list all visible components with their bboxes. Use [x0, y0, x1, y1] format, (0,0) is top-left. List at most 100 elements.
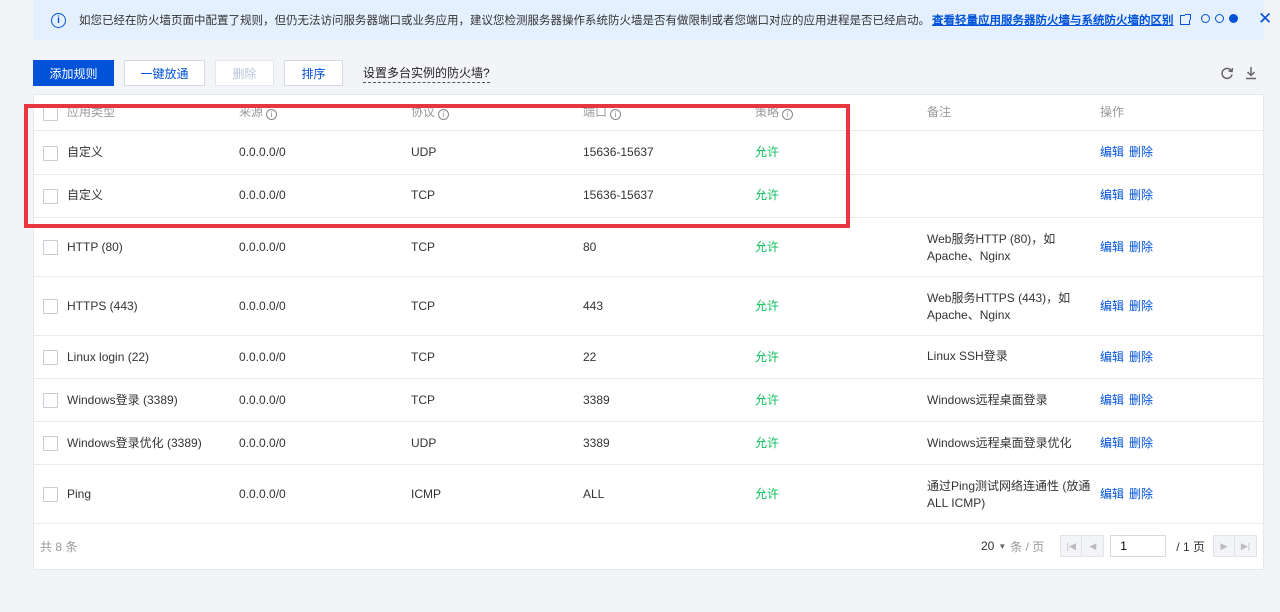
edit-link[interactable]: 编辑 — [1100, 486, 1124, 503]
cell-policy: 允许 — [755, 145, 780, 159]
delete-link[interactable]: 删除 — [1129, 392, 1153, 409]
last-page-icon[interactable]: ▶| — [1234, 535, 1257, 557]
help-icon[interactable]: i — [782, 109, 794, 120]
one-click-allow-button[interactable]: 一键放通 — [124, 60, 205, 86]
table-row: 自定义 0.0.0.0/0 UDP 15636-15637 允许 编辑 删除 — [34, 131, 1263, 175]
delete-link[interactable]: 删除 — [1129, 349, 1153, 366]
row-checkbox[interactable] — [43, 487, 58, 502]
sort-button[interactable]: 排序 — [284, 60, 343, 86]
cell-app-type: HTTP (80) — [67, 240, 123, 254]
help-icon[interactable]: i — [610, 109, 622, 120]
select-all-checkbox[interactable] — [43, 106, 58, 121]
cell-app-type: Ping — [67, 487, 92, 501]
cell-port: 3389 — [583, 436, 610, 450]
row-checkbox[interactable] — [43, 146, 58, 161]
total-pages-label: / 1 页 — [1176, 539, 1205, 554]
cell-source: 0.0.0.0/0 — [239, 436, 286, 450]
close-icon[interactable]: ✕ — [1258, 9, 1272, 29]
notice-message: 如您已经在防火墙页面中配置了规则，但仍无法访问服务器端口或业务应用，建议您检测服… — [79, 15, 930, 27]
add-rule-button[interactable]: 添加规则 — [33, 60, 114, 86]
table-row: Windows登录优化 (3389) 0.0.0.0/0 UDP 3389 允许… — [34, 422, 1263, 465]
table-header: 应用类型 来源 i 协议 i 端口 i 策略 i 备注 操作 — [34, 95, 1263, 131]
page-unit-label: 条 / 页 — [1010, 539, 1045, 554]
delete-link[interactable]: 删除 — [1129, 187, 1153, 204]
cell-remark: Linux SSH登录 — [927, 349, 1008, 363]
cell-policy: 允许 — [755, 188, 780, 202]
header-app-type: 应用类型 — [67, 105, 116, 119]
edit-link[interactable]: 编辑 — [1100, 187, 1124, 204]
delete-link[interactable]: 删除 — [1129, 144, 1153, 161]
delete-button[interactable]: 删除 — [215, 60, 274, 86]
carousel-dot[interactable] — [1201, 14, 1210, 23]
table-row: 自定义 0.0.0.0/0 TCP 15636-15637 允许 编辑 删除 — [34, 175, 1263, 218]
row-checkbox[interactable] — [43, 393, 58, 408]
cell-port: ALL — [583, 487, 605, 501]
cell-app-type: HTTPS (443) — [67, 299, 138, 313]
cell-port: 443 — [583, 299, 604, 313]
download-icon[interactable] — [1244, 66, 1258, 80]
multi-instance-firewall-link[interactable]: 设置多台实例的防火墙? — [363, 64, 490, 83]
cell-app-type: Windows登录 (3389) — [67, 393, 178, 407]
firewall-rules-table: 应用类型 来源 i 协议 i 端口 i 策略 i 备注 操作 自定义 0.0.0.0/0… — [33, 94, 1264, 570]
first-page-icon[interactable]: |◀ — [1060, 535, 1083, 557]
delete-link[interactable]: 删除 — [1129, 486, 1153, 503]
page-number-input[interactable]: 1 — [1110, 535, 1167, 557]
header-action: 操作 — [1100, 105, 1125, 119]
cell-policy: 允许 — [755, 487, 780, 501]
cell-remark: Windows远程桌面登录优化 — [927, 436, 1072, 450]
delete-link[interactable]: 删除 — [1129, 239, 1153, 256]
cell-protocol: TCP — [411, 188, 435, 202]
cell-protocol: TCP — [411, 299, 435, 313]
cell-source: 0.0.0.0/0 — [239, 393, 286, 407]
cell-remark: Windows远程桌面登录 — [927, 393, 1048, 407]
cell-source: 0.0.0.0/0 — [239, 487, 286, 501]
edit-link[interactable]: 编辑 — [1100, 144, 1124, 161]
cell-protocol: UDP — [411, 436, 437, 450]
row-checkbox[interactable] — [43, 189, 58, 204]
cell-policy: 允许 — [755, 393, 780, 407]
external-link-icon[interactable] — [1179, 14, 1191, 25]
cell-policy: 允许 — [755, 350, 780, 364]
cell-port: 15636-15637 — [583, 188, 654, 202]
edit-link[interactable]: 编辑 — [1100, 298, 1124, 315]
page-size-select[interactable]: 20 — [981, 539, 994, 553]
cell-app-type: 自定义 — [67, 145, 104, 159]
delete-link[interactable]: 删除 — [1129, 435, 1153, 452]
caret-down-icon[interactable]: ▼ — [998, 542, 1006, 551]
row-checkbox[interactable] — [43, 240, 58, 255]
total-count: 共 8 条 — [40, 540, 78, 554]
help-icon[interactable]: i — [266, 109, 278, 120]
cell-policy: 允许 — [755, 299, 780, 313]
refresh-icon[interactable] — [1220, 66, 1234, 80]
help-icon[interactable]: i — [438, 109, 450, 120]
table-row: Windows登录 (3389) 0.0.0.0/0 TCP 3389 允许 W… — [34, 379, 1263, 422]
next-page-icon[interactable]: ▶ — [1212, 535, 1235, 557]
row-checkbox[interactable] — [43, 350, 58, 365]
cell-protocol: TCP — [411, 393, 435, 407]
carousel-dot[interactable] — [1215, 14, 1224, 23]
cell-remark: Web服务HTTP (80)，如 — [927, 232, 1056, 246]
delete-link[interactable]: 删除 — [1129, 298, 1153, 315]
cell-port: 80 — [583, 240, 597, 254]
info-icon: i — [51, 12, 66, 28]
edit-link[interactable]: 编辑 — [1100, 349, 1124, 366]
carousel-dot-active[interactable] — [1229, 14, 1238, 23]
cell-source: 0.0.0.0/0 — [239, 145, 286, 159]
cell-app-type: Linux login (22) — [67, 350, 150, 364]
edit-link[interactable]: 编辑 — [1100, 435, 1124, 452]
header-remark: 备注 — [927, 105, 952, 119]
edit-link[interactable]: 编辑 — [1100, 392, 1124, 409]
cell-policy: 允许 — [755, 240, 780, 254]
table-row: Linux login (22) 0.0.0.0/0 TCP 22 允许 Lin… — [34, 336, 1263, 379]
cell-protocol: TCP — [411, 350, 435, 364]
cell-port: 22 — [583, 350, 597, 364]
cell-protocol: TCP — [411, 240, 435, 254]
edit-link[interactable]: 编辑 — [1100, 239, 1124, 256]
row-checkbox[interactable] — [43, 299, 58, 314]
prev-page-icon[interactable]: ◀ — [1082, 535, 1105, 557]
cell-remark-line2: Apache、Nginx — [927, 308, 1011, 322]
cell-app-type: 自定义 — [67, 188, 104, 202]
row-checkbox[interactable] — [43, 436, 58, 451]
cell-remark-line2: Apache、Nginx — [927, 249, 1011, 263]
notice-link[interactable]: 查看轻量应用服务器防火墙与系统防火墙的区别 — [932, 12, 1174, 28]
